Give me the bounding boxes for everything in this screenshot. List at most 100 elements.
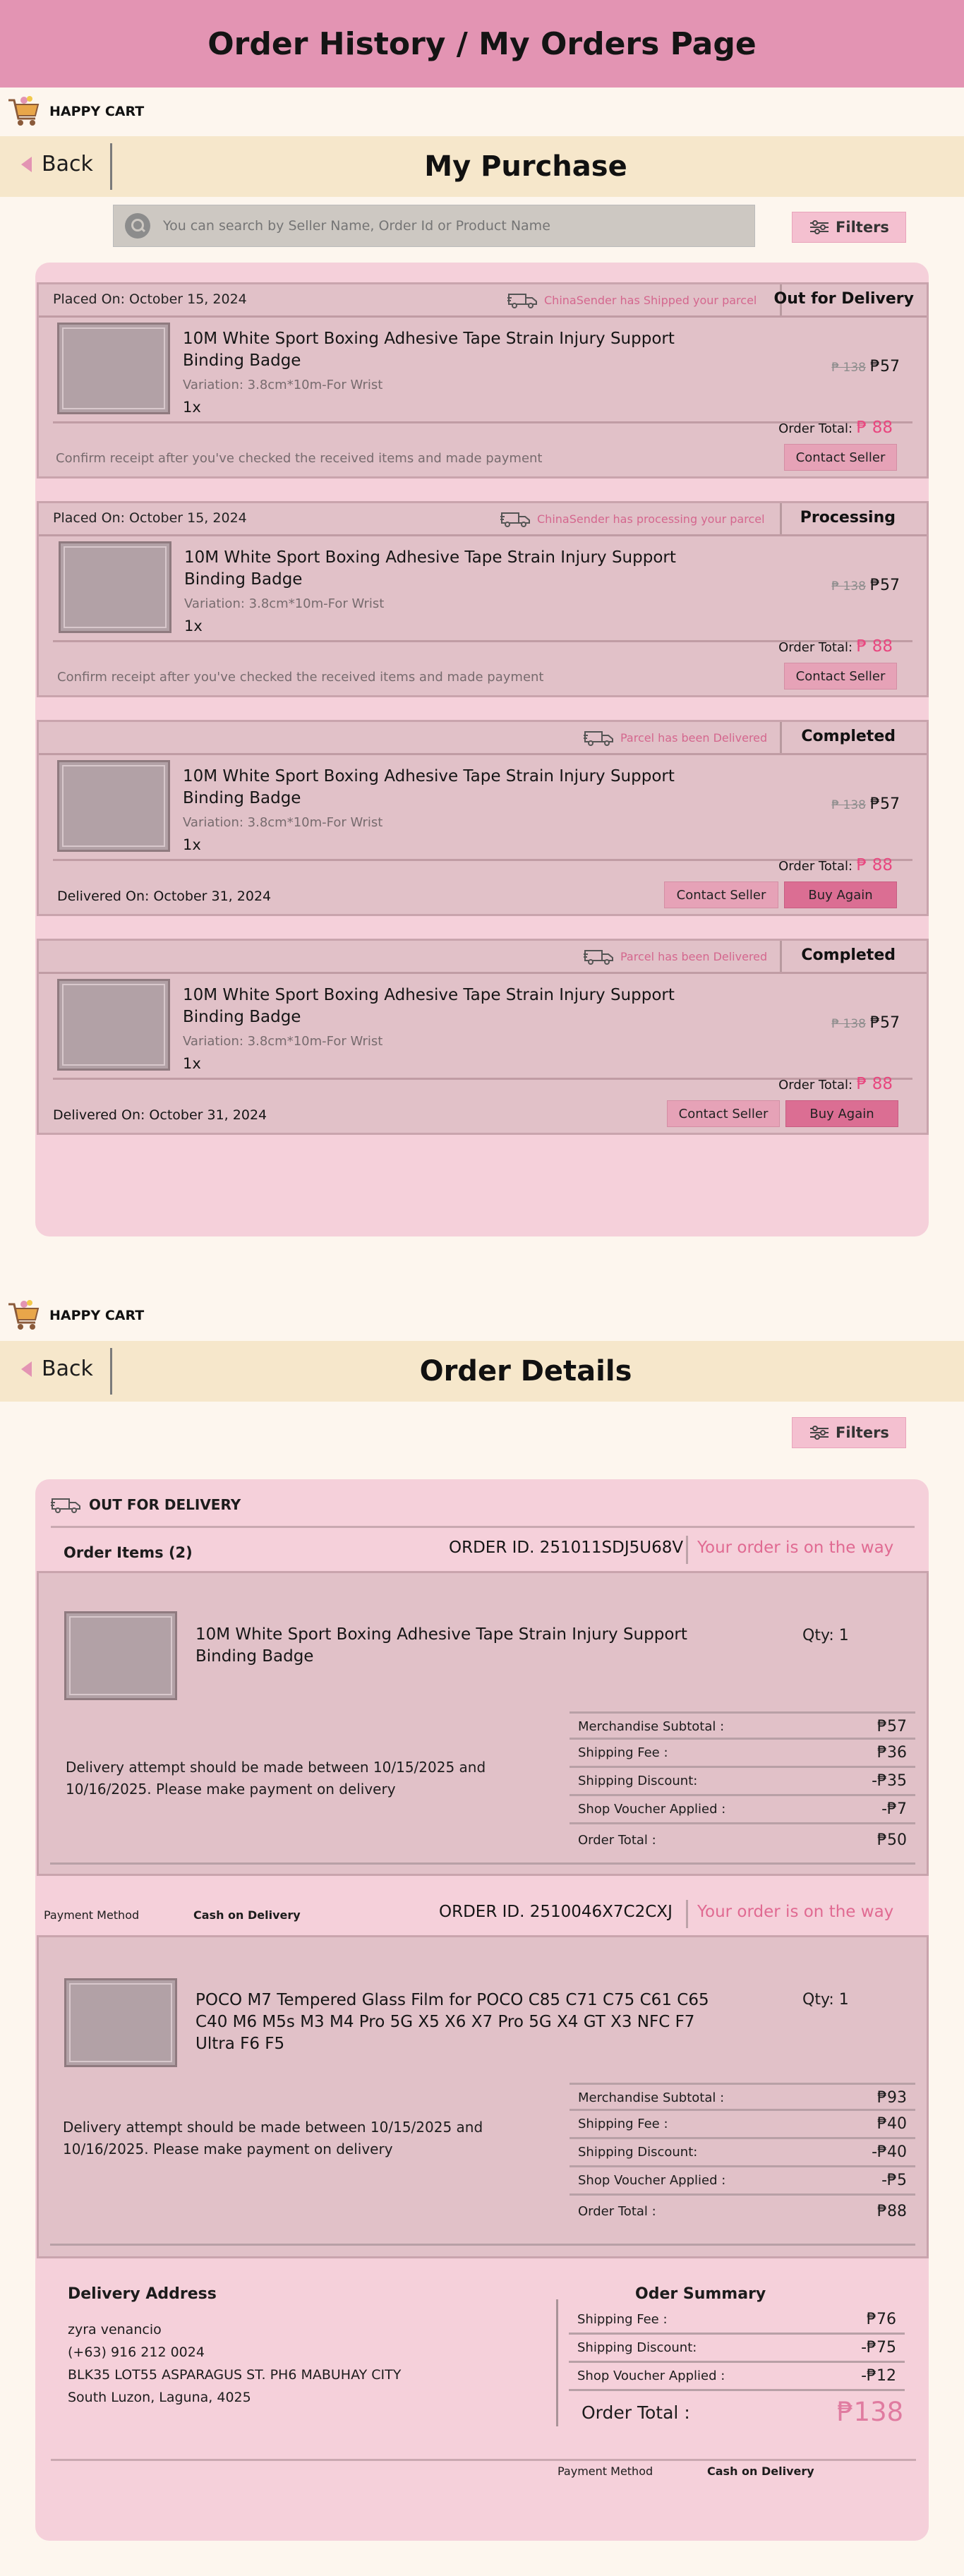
- sale-price: ₱57: [870, 795, 900, 813]
- logo[interactable]: HAPPY CART: [6, 93, 144, 130]
- product-quantity: Qty: 1: [802, 1991, 849, 2009]
- card-divider: [39, 534, 927, 536]
- shipping-status-message: Parcel has been Delivered: [584, 948, 767, 965]
- truck-icon: [51, 1498, 80, 1513]
- original-price: ₱ 138: [831, 1017, 866, 1031]
- search-bar[interactable]: [113, 205, 755, 247]
- page-banner: Order History / My Orders Page: [0, 0, 964, 88]
- product-price: ₱ 138 ₱57: [831, 1014, 900, 1032]
- product-price: ₱ 138 ₱57: [831, 795, 900, 813]
- order-status-text: Your order is on the way: [697, 1903, 894, 1921]
- summary-label: Shipping Discount:: [578, 1774, 698, 1788]
- product-image[interactable]: [57, 979, 170, 1071]
- address-summary-divider: [556, 2299, 558, 2426]
- product-quantity: 1x: [183, 1055, 201, 1072]
- search-icon: [125, 213, 150, 239]
- grand-total-amount: ₱138: [837, 2397, 904, 2427]
- header-divider: [110, 1348, 112, 1395]
- banner-title: Order History / My Orders Page: [207, 25, 757, 62]
- back-button[interactable]: Back: [21, 1356, 93, 1381]
- status-divider: [780, 503, 782, 534]
- section-divider: [51, 1526, 915, 1528]
- summary-value: ₱76: [867, 2311, 896, 2328]
- search-input[interactable]: [163, 218, 742, 234]
- summary-value: -₱7: [881, 1800, 907, 1818]
- shipping-status-message: Parcel has been Delivered: [584, 729, 767, 746]
- product-image[interactable]: [64, 1978, 177, 2067]
- recipient-phone: (+63) 916 212 0024: [68, 2345, 205, 2360]
- product-quantity: 1x: [183, 399, 201, 416]
- summary-row: Merchandise Subtotal : ₱57: [570, 1711, 915, 1740]
- order-item-card: 10M White Sport Boxing Adhesive Tape Str…: [37, 1571, 929, 1876]
- order-total: Order Total: ₱ 88: [778, 856, 893, 874]
- truck-icon: [584, 950, 613, 965]
- summary-label: Shipping Discount:: [577, 2340, 697, 2355]
- summary-value: ₱57: [877, 1718, 907, 1735]
- truck-icon: [507, 294, 537, 308]
- section-divider: [51, 2459, 916, 2461]
- product-variation: Variation: 3.8cm*10m-For Wrist: [183, 1034, 383, 1049]
- product-name[interactable]: 10M White Sport Boxing Adhesive Tape Str…: [184, 547, 721, 591]
- order-id: ORDER ID. 251011SDJ5U68V: [449, 1539, 684, 1557]
- contact-seller-button[interactable]: Contact Seller: [664, 881, 778, 908]
- product-name[interactable]: 10M White Sport Boxing Adhesive Tape Str…: [195, 1624, 732, 1668]
- delivered-date: Delivered On: October 31, 2024: [57, 889, 272, 904]
- summary-row: Shipping Fee : ₱76: [569, 2306, 905, 2335]
- filters-icon: [810, 1426, 829, 1440]
- order-id: ORDER ID. 2510046X7C2CXJ: [439, 1903, 673, 1921]
- filters-label: Filters: [836, 1424, 889, 1441]
- filters-button[interactable]: Filters: [792, 212, 906, 243]
- purchase-header: Back My Purchase: [0, 136, 964, 197]
- back-button[interactable]: Back: [21, 152, 93, 176]
- order-id-divider: [686, 1536, 688, 1564]
- order-total: Order Total: ₱ 88: [778, 637, 893, 656]
- summary-row: Shipping Discount: -₱75: [569, 2335, 905, 2363]
- order-total-amount: ₱ 88: [856, 637, 893, 656]
- back-arrow-icon: [21, 156, 32, 172]
- summary-label: Shipping Fee :: [577, 2312, 668, 2327]
- summary-label: Order Total :: [578, 1833, 656, 1848]
- product-name[interactable]: 10M White Sport Boxing Adhesive Tape Str…: [183, 328, 719, 372]
- buy-again-button[interactable]: Buy Again: [784, 881, 897, 908]
- summary-label: Shipping Fee :: [578, 2117, 668, 2131]
- summary-row: Merchandise Subtotal : ₱93: [570, 2083, 915, 2111]
- product-image[interactable]: [64, 1611, 177, 1700]
- order-total-label: Order Total:: [778, 1078, 853, 1093]
- order-total-label: Order Total:: [778, 421, 853, 436]
- sale-price: ₱57: [870, 358, 900, 375]
- details-header: Back Order Details: [0, 1341, 964, 1402]
- delivery-note: Delivery attempt should be made between …: [66, 1759, 486, 1798]
- order-status: Completed: [801, 946, 896, 964]
- product-name[interactable]: 10M White Sport Boxing Adhesive Tape Str…: [183, 985, 719, 1028]
- status-message-text: Parcel has been Delivered: [620, 730, 768, 745]
- product-variation: Variation: 3.8cm*10m-For Wrist: [183, 815, 383, 830]
- card-divider: [39, 972, 927, 974]
- summary-label: Merchandise Subtotal :: [578, 1719, 725, 1734]
- address-street: BLK35 LOT55 ASPARAGUS ST. PH6 MABUHAY CI…: [68, 2367, 402, 2383]
- contact-seller-button[interactable]: Contact Seller: [784, 444, 897, 471]
- summary-row: Shipping Fee : ₱40: [570, 2111, 915, 2139]
- product-image[interactable]: [59, 541, 171, 633]
- product-image[interactable]: [57, 760, 170, 852]
- contact-seller-button[interactable]: Contact Seller: [667, 1100, 780, 1127]
- buy-again-button[interactable]: Buy Again: [785, 1100, 898, 1127]
- product-name[interactable]: 10M White Sport Boxing Adhesive Tape Str…: [183, 766, 719, 809]
- summary-value: -₱40: [872, 2143, 907, 2161]
- summary-label: Merchandise Subtotal :: [578, 2090, 725, 2105]
- card-divider: [39, 315, 927, 318]
- order-status-text: Your order is on the way: [697, 1539, 894, 1557]
- product-image[interactable]: [57, 323, 170, 414]
- order-card: Placed On: October 15, 2024 ChinaSender …: [37, 501, 929, 697]
- order-status: Processing: [800, 509, 896, 526]
- summary-label: Order Total :: [578, 2204, 656, 2219]
- product-name[interactable]: POCO M7 Tempered Glass Film for POCO C85…: [195, 1990, 718, 2055]
- order-total: Order Total: ₱ 88: [778, 1075, 893, 1093]
- confirm-receipt-note: Confirm receipt after you've checked the…: [57, 670, 544, 685]
- filters-button[interactable]: Filters: [792, 1417, 906, 1448]
- back-arrow-icon: [21, 1361, 32, 1377]
- card-divider: [39, 753, 927, 755]
- delivery-address-title: Delivery Address: [68, 2285, 217, 2303]
- contact-seller-button[interactable]: Contact Seller: [784, 663, 897, 690]
- summary-value: ₱36: [877, 1744, 907, 1762]
- logo[interactable]: HAPPY CART: [6, 1297, 144, 1334]
